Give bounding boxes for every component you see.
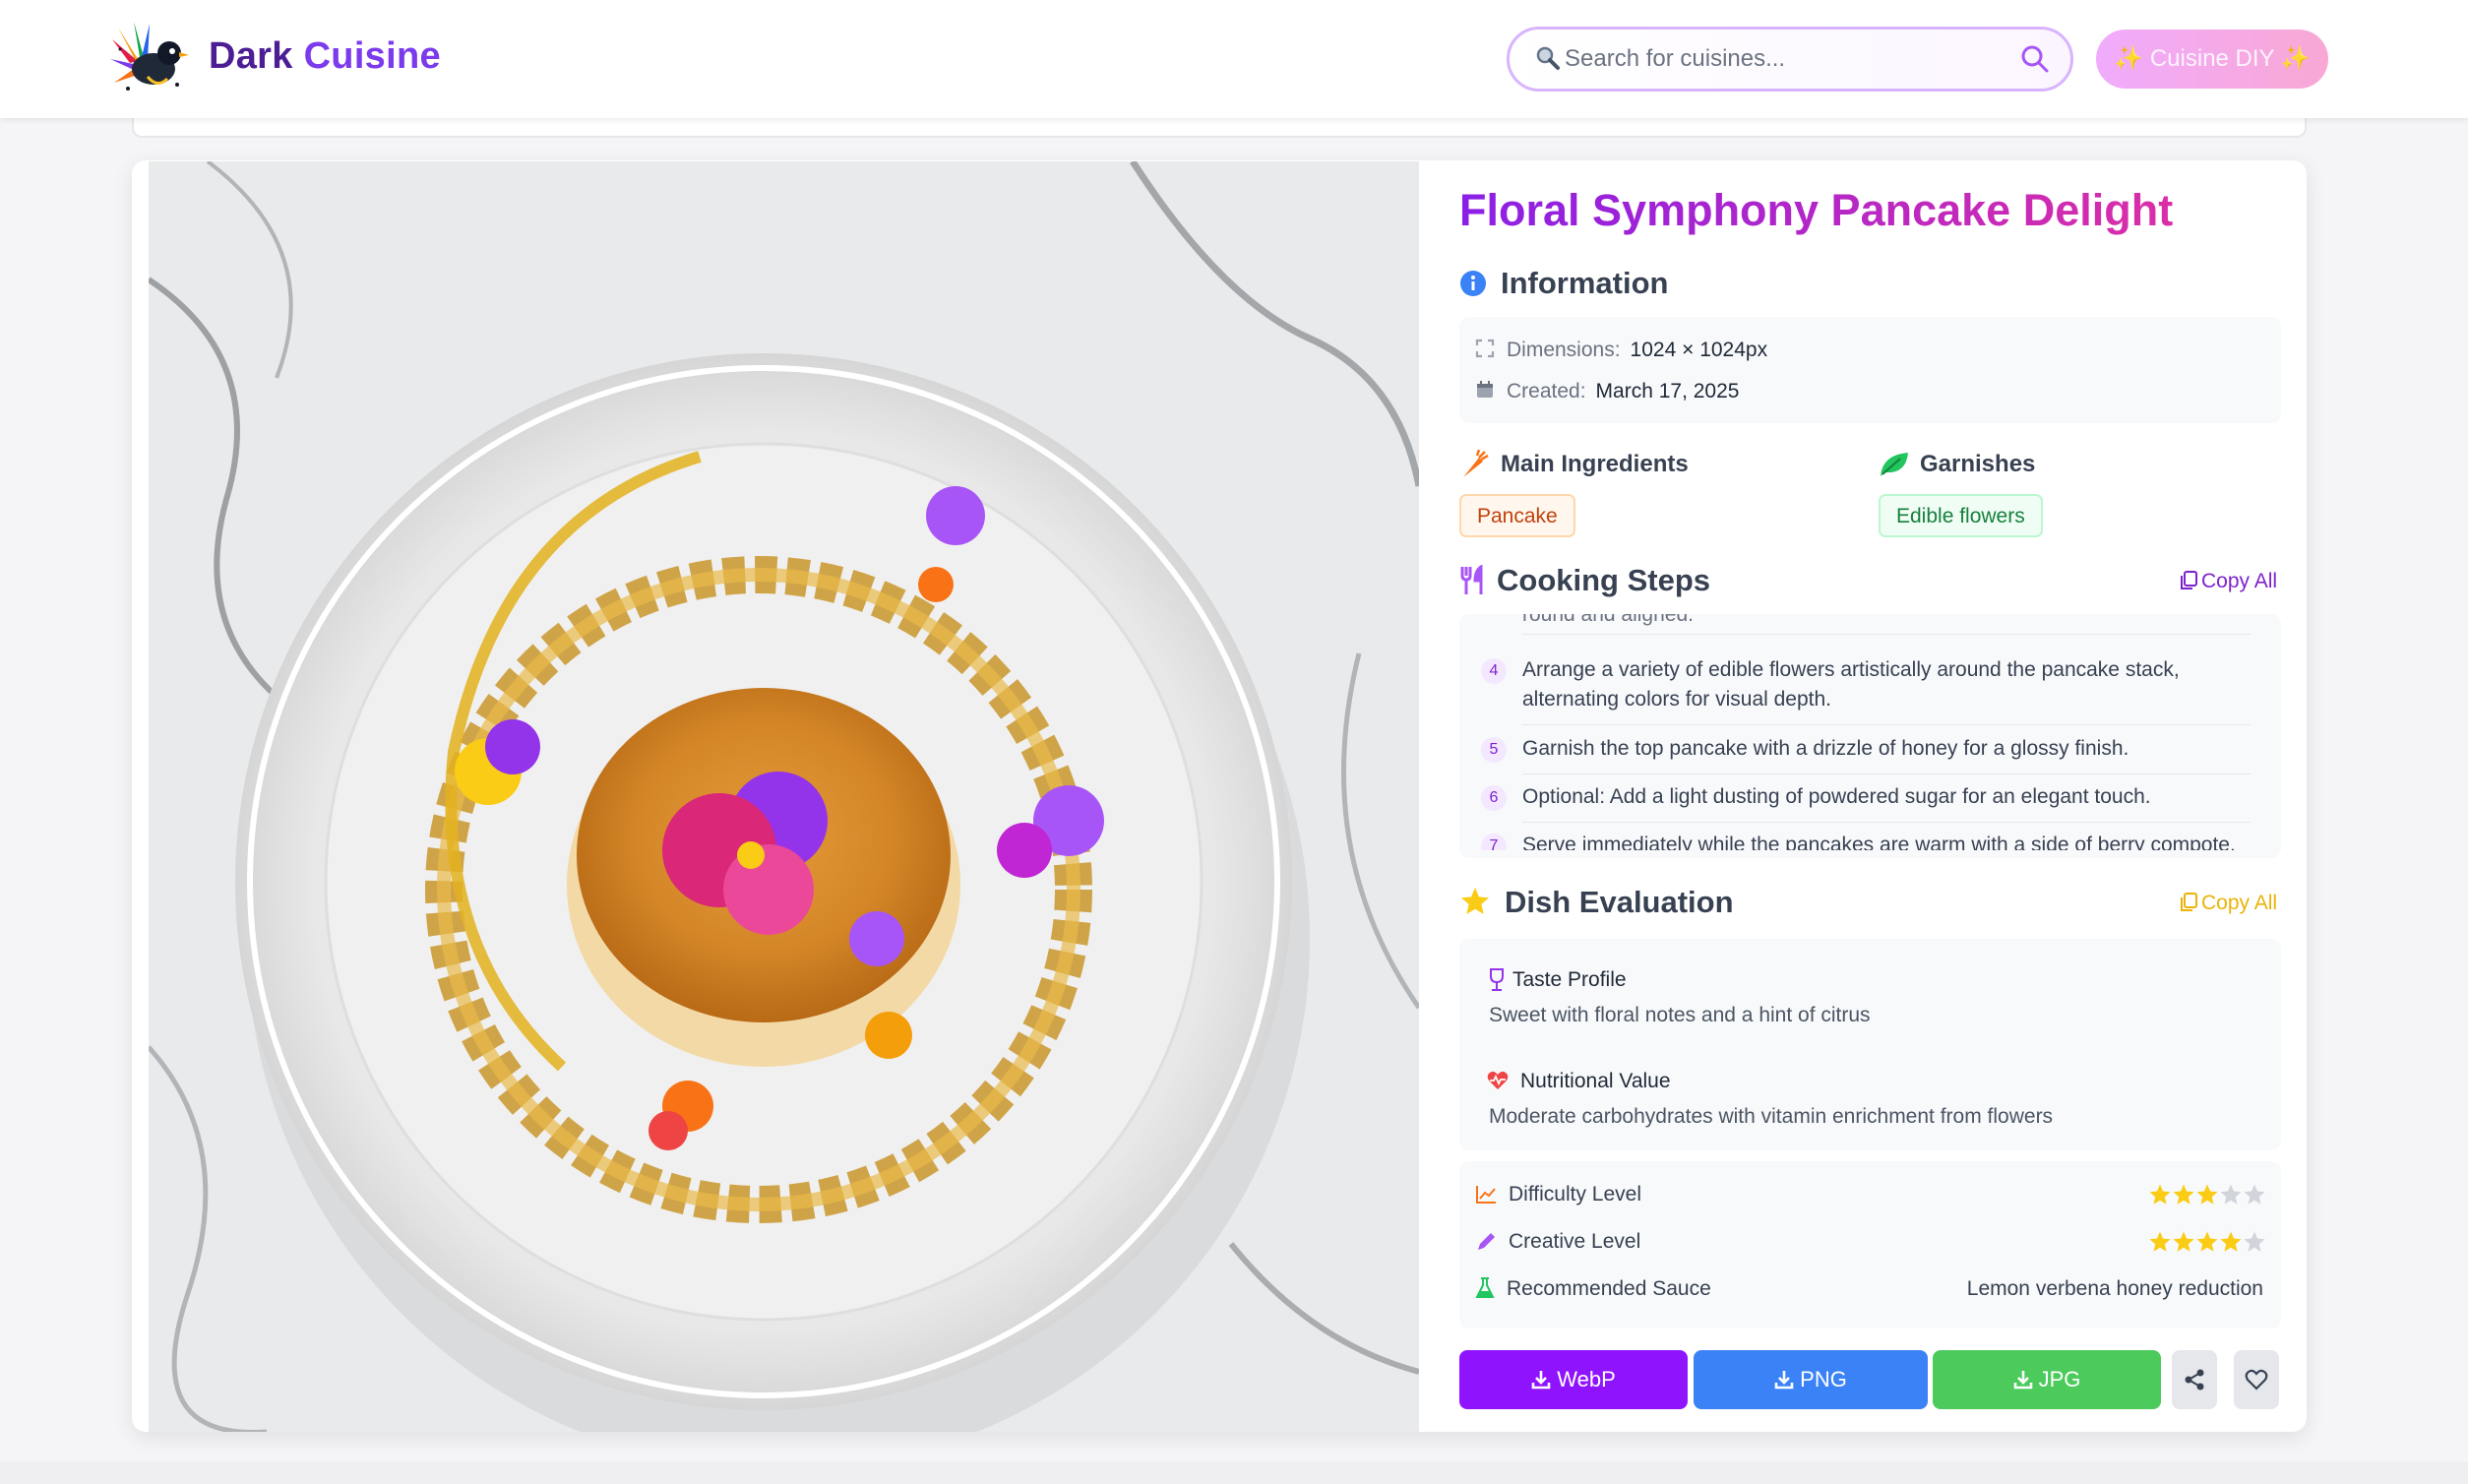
main-ingredients-heading: Main Ingredients: [1501, 451, 1689, 477]
search-bar: [1507, 27, 2073, 92]
heartbeat-icon: [1487, 1071, 1509, 1089]
calendar-icon: [1477, 381, 1493, 398]
star-empty-icon: [2244, 1231, 2265, 1252]
copy-icon: [2181, 893, 2197, 911]
taste-profile-value: Sweet with floral notes and a hint of ci…: [1489, 1004, 1871, 1026]
share-icon: [2185, 1369, 2204, 1391]
heart-icon: [2245, 1369, 2268, 1391]
download-icon: [2013, 1371, 2032, 1390]
download-icon: [1531, 1371, 1551, 1390]
download-webp-button[interactable]: WebP: [1459, 1350, 1688, 1409]
step-item: 7 Serve immediately while the pancakes a…: [1481, 831, 2258, 850]
dish-title: Floral Symphony Pancake Delight: [1459, 185, 2174, 235]
search-icon[interactable]: [2019, 43, 2051, 75]
star-filled-icon: [2149, 1231, 2171, 1252]
created-row: Created: March 17, 2025: [1507, 380, 1739, 403]
taste-profile-label: Taste Profile: [1512, 968, 1627, 991]
dimensions-row: Dimensions: 1024 × 1024px: [1507, 339, 1767, 362]
download-webp-label: WebP: [1557, 1367, 1616, 1391]
share-button[interactable]: [2172, 1350, 2217, 1409]
download-png-label: PNG: [1800, 1367, 1847, 1391]
copy-evaluation-button[interactable]: Copy All: [2180, 892, 2277, 915]
step-text: Optional: Add a light dusting of powdere…: [1522, 785, 2151, 808]
nutritional-value-label: Nutritional Value: [1520, 1070, 1671, 1092]
brand-word-cuisine: Cuisine: [303, 35, 441, 77]
information-box: Dimensions: 1024 × 1024px Created: March 1…: [1459, 317, 2281, 423]
flask-icon: [1475, 1277, 1495, 1298]
favorite-button[interactable]: [2234, 1350, 2279, 1409]
garnish-tag[interactable]: Edible flowers: [1879, 494, 2043, 537]
step-text: Arrange a variety of edible flowers arti…: [1522, 658, 2180, 711]
star-filled-icon: [2196, 1184, 2218, 1205]
cuisine-diy-button[interactable]: ✨ Cuisine DIY ✨: [2096, 30, 2328, 89]
step-divider: [1522, 773, 2251, 774]
star-filled-icon: [2173, 1231, 2194, 1252]
download-icon: [1774, 1371, 1794, 1390]
download-jpg-label: JPG: [2038, 1367, 2081, 1391]
star-filled-icon: [2196, 1231, 2218, 1252]
copy-steps-button[interactable]: Copy All: [2180, 570, 2277, 593]
dish-photo[interactable]: [149, 161, 1419, 1432]
wine-glass-icon: [1490, 968, 1504, 991]
star-empty-icon: [2220, 1184, 2242, 1205]
leaf-icon: [1881, 453, 1908, 476]
dimensions-label: Dimensions:: [1507, 339, 1621, 361]
expand-icon: [1475, 339, 1495, 358]
difficulty-rating: [2149, 1184, 2265, 1205]
search-input[interactable]: [1565, 41, 1998, 77]
cooking-steps-heading: Cooking Steps: [1497, 563, 1711, 597]
difficulty-level-label: Difficulty Level: [1509, 1183, 1642, 1206]
magnifier-emoji-icon: [1536, 46, 1560, 70]
copy-steps-label: Copy All: [2201, 570, 2278, 592]
evaluation-box: Taste Profile Sweet with floral notes an…: [1459, 939, 2281, 1150]
ingredient-tag[interactable]: Pancake: [1459, 494, 1575, 537]
step-text: Garnish the top pancake with a drizzle o…: [1522, 737, 2129, 760]
info-icon: [1460, 271, 1486, 296]
dish-details-panel: Floral Symphony Pancake Delight Informat…: [1459, 161, 2281, 1431]
carrot-icon: [1463, 450, 1489, 477]
creative-level-label: Creative Level: [1509, 1230, 1641, 1253]
star-filled-icon: [2220, 1231, 2242, 1252]
download-jpg-button[interactable]: JPG: [1933, 1350, 2161, 1409]
creative-rating: [2149, 1231, 2265, 1252]
step-divider: [1522, 724, 2251, 725]
brand-name[interactable]: Dark Cuisine: [209, 35, 441, 78]
step-number: 7: [1481, 834, 1507, 850]
ratings-box: Difficulty Level Creative Level Recommen…: [1459, 1161, 2281, 1329]
copy-evaluation-label: Copy All: [2201, 892, 2278, 914]
filter-strip: [132, 118, 2307, 138]
step-number: 5: [1481, 737, 1507, 763]
star-filled-icon: [2173, 1184, 2194, 1205]
step-number: 6: [1481, 785, 1507, 811]
step-divider: [1522, 822, 2251, 823]
chart-line-icon: [1476, 1186, 1496, 1204]
brand-word-dark: Dark: [209, 35, 293, 77]
recommended-sauce-value: Lemon verbena honey reduction: [1966, 1277, 2263, 1300]
dimensions-value: 1024 × 1024px: [1630, 339, 1768, 361]
step-partial-text: round and aligned.: [1522, 614, 1694, 626]
star-empty-icon: [2244, 1184, 2265, 1205]
created-value: March 17, 2025: [1595, 380, 1740, 402]
garnishes-heading: Garnishes: [1920, 451, 2036, 477]
copy-icon: [2181, 571, 2197, 589]
footer-band: [0, 1461, 2468, 1484]
step-text: Serve immediately while the pancakes are…: [1522, 834, 2236, 850]
cooking-steps-list[interactable]: round and aligned. 4 Arrange a variety o…: [1459, 614, 2281, 858]
bird-logo-icon[interactable]: [108, 20, 189, 98]
utensils-icon: [1460, 565, 1483, 594]
top-header: Dark Cuisine ✨ Cuisine DIY ✨: [0, 0, 2468, 118]
star-filled-icon: [2149, 1184, 2171, 1205]
created-label: Created:: [1507, 380, 1586, 402]
star-icon: [1461, 888, 1489, 914]
dish-evaluation-heading: Dish Evaluation: [1505, 885, 1734, 919]
recommended-sauce-label: Recommended Sauce: [1507, 1277, 1711, 1300]
nutritional-value-text: Moderate carbohydrates with vitamin enri…: [1489, 1105, 2054, 1128]
step-divider: [1522, 634, 2251, 635]
information-heading: Information: [1501, 266, 1669, 300]
pencil-icon: [1478, 1233, 1495, 1250]
step-number: 4: [1481, 658, 1507, 684]
download-png-button[interactable]: PNG: [1694, 1350, 1928, 1409]
